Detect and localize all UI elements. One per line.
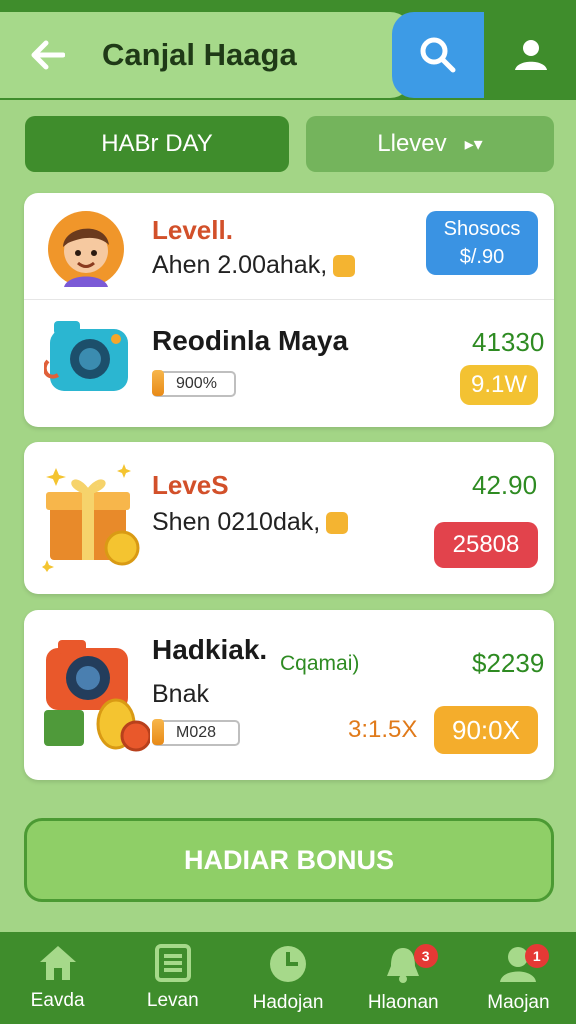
profile-badge: 1 [524, 944, 549, 968]
card-1-action-button[interactable]: Shosocs $/.90 [426, 211, 538, 275]
nav-label-clock: Hadojan [252, 992, 324, 1013]
title-bar: Canjal Haaga [0, 12, 412, 98]
card-2-subtitle-text: Shen 0210dak, [152, 508, 321, 536]
clock-icon [270, 946, 306, 982]
app-title: Canjal Haaga [102, 37, 297, 72]
back-arrow-icon [31, 40, 65, 70]
card-3-title: Hadkiak. [152, 634, 268, 665]
nav-label-list: Levan [146, 990, 199, 1011]
search-button[interactable] [392, 12, 484, 98]
card-2-subtitle: Shen 0210dak, [152, 508, 349, 537]
list-icon [154, 944, 191, 982]
nav-item-list[interactable]: Levan [115, 932, 230, 1024]
nav-item-clock[interactable]: Hadojan [230, 932, 345, 1024]
nav-label-notifications: Hlaonan [367, 992, 439, 1013]
card-1-action-line2: $/.90 [459, 246, 505, 268]
reward-card-1[interactable]: Levell. Ahen 2.00ahak, Shosocs $/.90 Reo… [24, 193, 554, 427]
card-1-action-line1: Shosocs [443, 218, 521, 240]
profile-icon [515, 40, 547, 70]
card-1-divider [24, 299, 554, 300]
reward-card-3[interactable]: Hadkiak. Cqamai) Bnak M028 $2239 3:1.5X … [24, 610, 554, 780]
card-1-item-value: 41330 [472, 327, 545, 357]
profile-button[interactable] [496, 12, 566, 98]
home-icon [39, 946, 76, 980]
play-dropdown-icon: ▸▾ [464, 133, 483, 154]
card-1-item-action[interactable]: 9.1W [460, 365, 538, 405]
thumbs-up-icon [326, 511, 349, 534]
card-1-progress-label: 900% [176, 375, 217, 392]
card-2-action[interactable]: 25808 [434, 522, 538, 568]
tab-level[interactable]: Llevev ▸▾ [306, 116, 554, 172]
nav-item-home[interactable]: Eavda [0, 932, 115, 1024]
card-2-value: 42.90 [472, 470, 538, 500]
nav-label-profile: Maojan [487, 992, 550, 1013]
notifications-badge: 3 [413, 944, 438, 968]
nav-item-profile[interactable]: 1 Maojan [461, 932, 576, 1024]
tab-day-label: HABr DAY [101, 130, 213, 157]
nav-label-home: Eavda [30, 990, 85, 1011]
card-3-action[interactable]: 90:0X [434, 706, 538, 754]
card-2-title: LeveS [152, 470, 229, 500]
bonus-button[interactable]: HADIAR BONUS [24, 818, 554, 902]
reward-card-2[interactable]: LeveS Shen 0210dak, 42.90 25808 [24, 442, 554, 594]
card-1-progress-chip: 900% [152, 370, 236, 397]
search-icon [420, 37, 456, 73]
card-1-subtitle-text: Ahen 2.00ahak, [152, 251, 328, 279]
bottom-nav: Eavda Levan Hadojan 3 Hlaonan 1 Maojan [0, 932, 576, 1024]
gift-box-icon [42, 464, 140, 572]
card-3-tag: Cqamai) [280, 652, 360, 675]
card-3-progress-chip: M028 [152, 719, 240, 746]
back-button[interactable] [18, 25, 78, 85]
card-3-subtitle: Bnak [152, 680, 209, 708]
card-3-multiplier: 3:1.5X [348, 716, 418, 743]
card-3-progress-label: M028 [176, 724, 217, 741]
coin-stack-icon [152, 370, 164, 396]
nav-item-notifications[interactable]: 3 Hlaonan [346, 932, 461, 1024]
camera-icon [44, 321, 128, 391]
tab-level-label: Llevev [377, 130, 447, 157]
card-1-item-title: Reodinla Maya [152, 325, 349, 356]
card-1-title: Levell. [152, 215, 233, 245]
camera-coins-icon [44, 640, 150, 752]
card-1-subtitle: Ahen 2.00ahak, [152, 251, 356, 280]
coin-stack-icon [152, 719, 164, 745]
tab-day[interactable]: HABr DAY [25, 116, 289, 172]
card-3-value: $2239 [472, 648, 545, 678]
boy-avatar-icon [48, 211, 124, 287]
thumbs-up-icon [333, 254, 356, 277]
